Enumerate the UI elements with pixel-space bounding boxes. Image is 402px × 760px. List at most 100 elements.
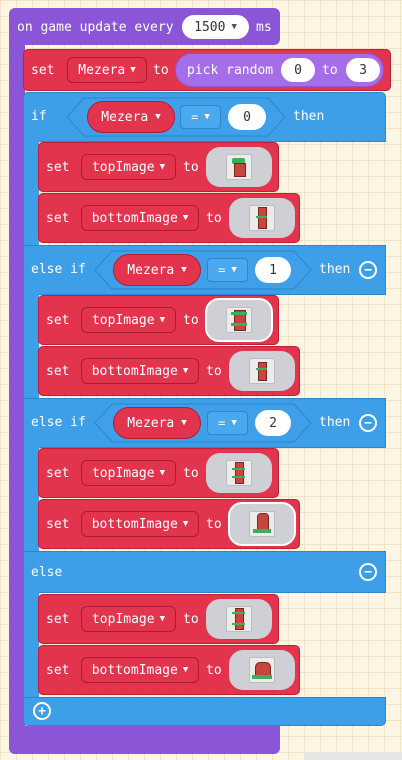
set-keyword: set xyxy=(46,517,70,532)
caret-down-icon: ▼ xyxy=(159,315,166,325)
image-picker[interactable] xyxy=(229,351,295,391)
image-picker[interactable] xyxy=(228,502,296,546)
compare-value-input[interactable]: 0 xyxy=(228,104,266,130)
caret-down-icon: ▼ xyxy=(182,213,189,223)
variable-dropdown-topimage[interactable]: topImage ▼ xyxy=(81,307,176,333)
caret-down-icon: ▼ xyxy=(155,112,161,122)
then-keyword: then xyxy=(319,262,351,277)
operator-symbol: = xyxy=(218,416,226,430)
variable-dropdown-mezera[interactable]: Mezera ▼ xyxy=(67,57,147,83)
if-rail-1 xyxy=(23,140,39,250)
set-keyword: set xyxy=(46,160,70,175)
caret-down-icon: ▼ xyxy=(181,418,187,428)
caret-down-icon: ▼ xyxy=(231,418,237,428)
image-picker[interactable] xyxy=(205,298,273,342)
variable-oval-mezera[interactable]: Mezera ▼ xyxy=(87,101,175,133)
random-max-input[interactable]: 3 xyxy=(346,58,380,82)
interval-value: 1500 xyxy=(194,19,226,35)
image-picker[interactable] xyxy=(206,599,272,639)
to-keyword: to xyxy=(153,63,169,78)
variable-name: Mezera xyxy=(127,415,175,431)
to-keyword: to xyxy=(183,466,199,481)
operator-dropdown[interactable]: = ▼ xyxy=(180,105,221,129)
sprite-thumbnail xyxy=(226,154,252,180)
if-rail-4 xyxy=(23,591,39,701)
variable-dropdown-bottomimage[interactable]: bottomImage ▼ xyxy=(81,657,199,683)
to-keyword: to xyxy=(183,612,199,627)
variable-name: bottomImage xyxy=(91,210,178,226)
to-keyword: to xyxy=(206,364,222,379)
sprite-thumbnail xyxy=(249,511,275,537)
plus-circle-icon[interactable]: + xyxy=(33,702,51,720)
set-keyword: set xyxy=(46,466,70,481)
variable-name: topImage xyxy=(91,159,155,175)
image-picker[interactable] xyxy=(229,650,295,690)
to-keyword: to xyxy=(206,211,222,226)
variable-name: Mezera xyxy=(78,62,126,78)
caret-down-icon: ▼ xyxy=(182,665,189,675)
variable-name: bottomImage xyxy=(91,516,178,532)
operator-dropdown[interactable]: = ▼ xyxy=(207,411,248,435)
variable-oval-mezera[interactable]: Mezera ▼ xyxy=(113,407,201,439)
random-min-input[interactable]: 0 xyxy=(281,58,315,82)
if-rail-3 xyxy=(23,446,39,556)
sprite-thumbnail xyxy=(226,460,252,486)
caret-down-icon: ▼ xyxy=(181,265,187,275)
operator-dropdown[interactable]: = ▼ xyxy=(207,258,248,282)
caret-down-icon: ▼ xyxy=(231,22,237,32)
minus-circle-icon[interactable]: − xyxy=(359,563,377,581)
caret-down-icon: ▼ xyxy=(182,519,189,529)
if-footer xyxy=(23,697,386,726)
caret-down-icon: ▼ xyxy=(159,468,166,478)
image-picker[interactable] xyxy=(206,147,272,187)
caret-down-icon: ▼ xyxy=(159,614,166,624)
set-keyword: set xyxy=(46,663,70,678)
caret-down-icon: ▼ xyxy=(231,265,237,275)
operator-symbol: = xyxy=(191,110,199,124)
minus-circle-icon[interactable]: − xyxy=(359,414,377,432)
unit-label: ms xyxy=(256,20,272,35)
variable-name: bottomImage xyxy=(91,662,178,678)
variable-dropdown-topimage[interactable]: topImage ▼ xyxy=(81,460,176,486)
set-keyword: set xyxy=(46,313,70,328)
variable-name: topImage xyxy=(91,465,155,481)
compare-value-input[interactable]: 1 xyxy=(255,257,291,283)
variable-dropdown-bottomimage[interactable]: bottomImage ▼ xyxy=(81,205,199,231)
image-picker[interactable] xyxy=(229,198,295,238)
variable-name: topImage xyxy=(91,611,155,627)
image-picker[interactable] xyxy=(206,453,272,493)
else-if-keyword: else if xyxy=(31,415,86,430)
variable-oval-mezera[interactable]: Mezera ▼ xyxy=(113,254,201,286)
pick-random-label: pick random xyxy=(187,63,274,78)
else-header[interactable] xyxy=(23,551,386,593)
interval-dropdown[interactable]: 1500 ▼ xyxy=(182,15,249,39)
variable-name: Mezera xyxy=(101,109,149,125)
minus-circle-icon[interactable]: − xyxy=(359,261,377,279)
caret-down-icon: ▼ xyxy=(130,65,136,75)
variable-dropdown-topimage[interactable]: topImage ▼ xyxy=(81,606,176,632)
sprite-thumbnail xyxy=(226,606,252,632)
event-label: on game update every xyxy=(17,20,174,35)
variable-dropdown-bottomimage[interactable]: bottomImage ▼ xyxy=(81,358,199,384)
variable-name: bottomImage xyxy=(91,363,178,379)
caret-down-icon: ▼ xyxy=(159,162,166,172)
set-keyword: set xyxy=(46,612,70,627)
sprite-thumbnail xyxy=(249,657,275,683)
set-keyword: set xyxy=(31,63,55,78)
workspace-corner xyxy=(304,752,402,760)
sprite-thumbnail xyxy=(249,205,275,231)
to-keyword: to xyxy=(183,160,199,175)
sprite-thumbnail xyxy=(249,358,275,384)
then-keyword: then xyxy=(293,109,325,124)
compare-value-input[interactable]: 2 xyxy=(255,410,291,436)
variable-dropdown-bottomimage[interactable]: bottomImage ▼ xyxy=(81,511,199,537)
variable-dropdown-topimage[interactable]: topImage ▼ xyxy=(81,154,176,180)
if-rail-2 xyxy=(23,293,39,403)
else-if-keyword: else if xyxy=(31,262,86,277)
to-keyword: to xyxy=(206,663,222,678)
else-keyword: else xyxy=(31,565,63,580)
variable-name: Mezera xyxy=(127,262,175,278)
operator-symbol: = xyxy=(218,263,226,277)
to-keyword: to xyxy=(183,313,199,328)
set-keyword: set xyxy=(46,364,70,379)
